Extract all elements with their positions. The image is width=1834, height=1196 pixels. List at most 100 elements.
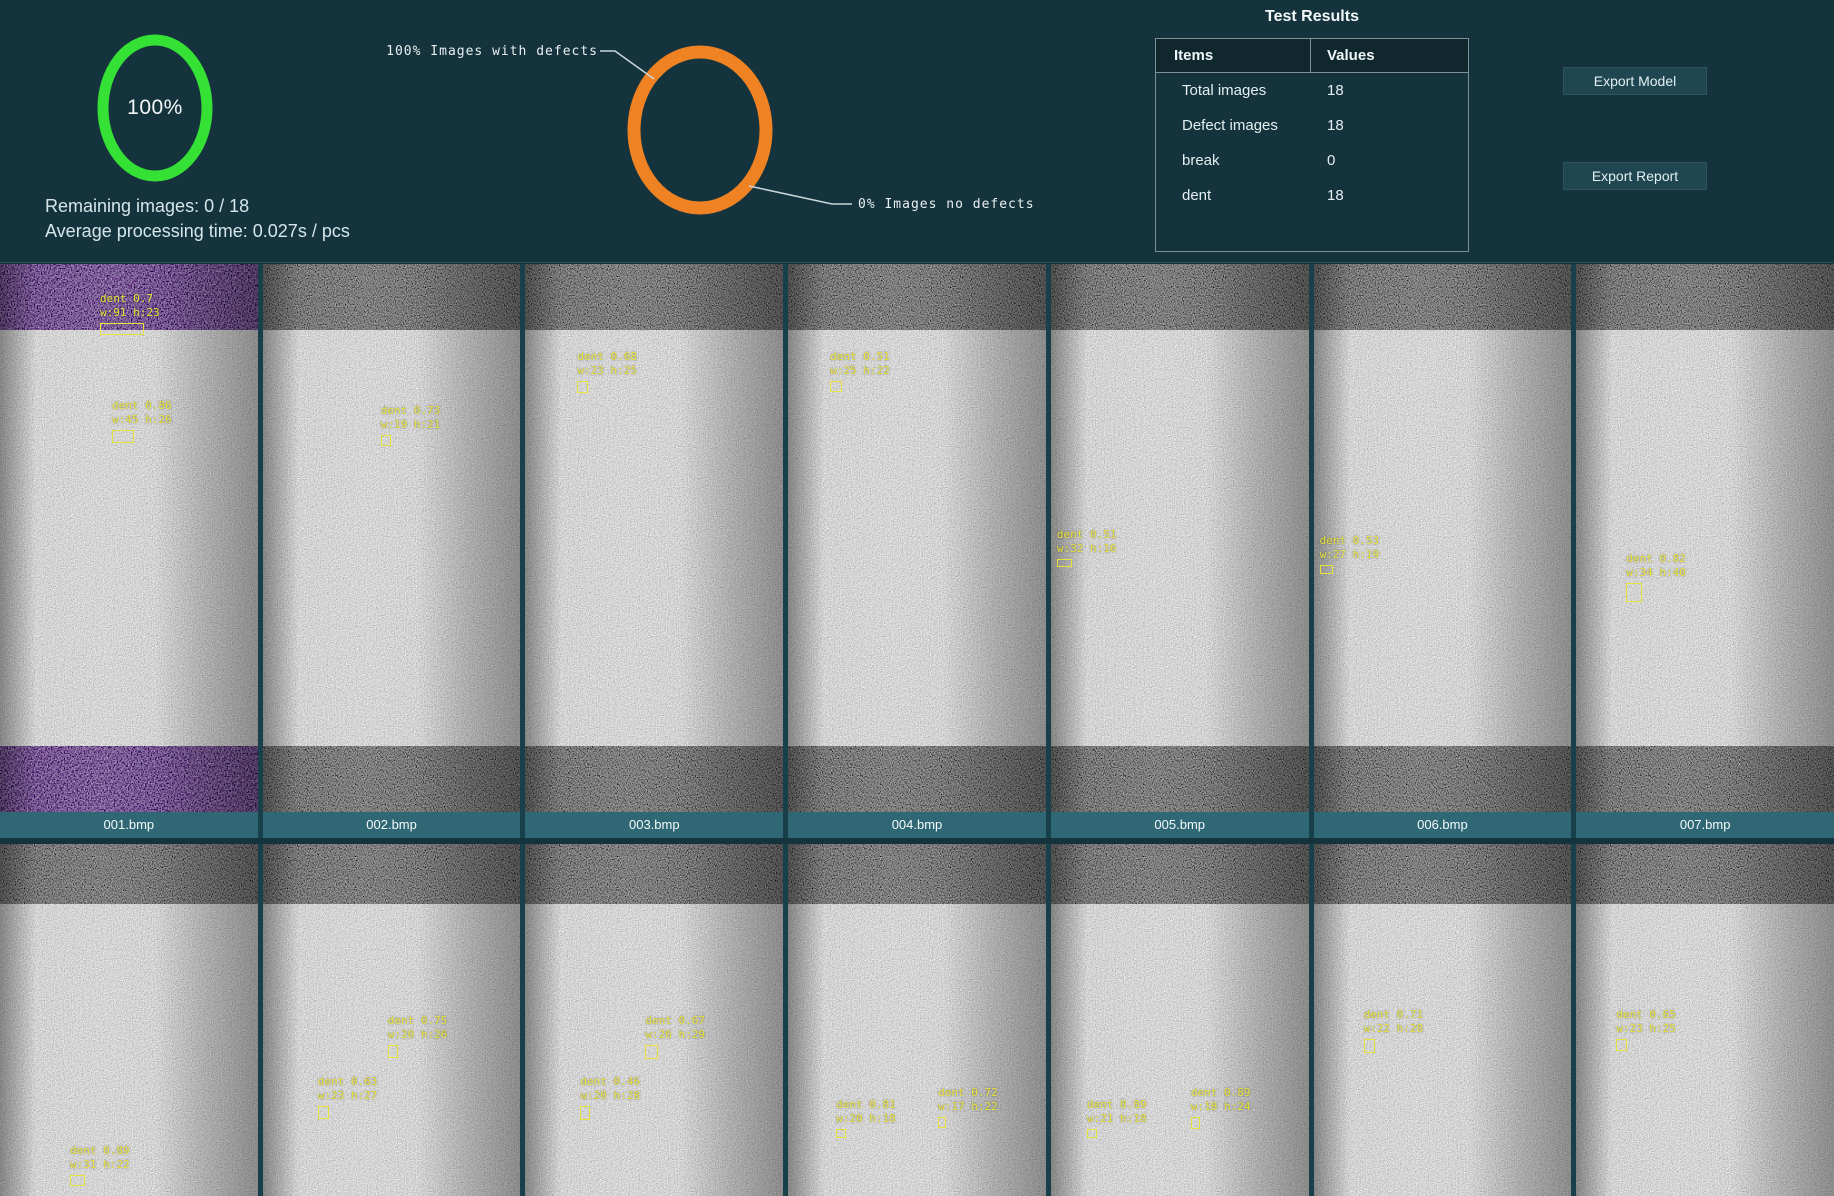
defect-bounding-box xyxy=(645,1045,658,1059)
image-vignette xyxy=(1051,844,1309,1196)
defect-label: dent 0.53 xyxy=(1320,534,1380,548)
image-tile[interactable]: dent 0.89w:21 h:18dent 0.89w:18 h:24 xyxy=(1051,844,1309,1196)
defect-bounding-box xyxy=(1364,1039,1375,1053)
defect-label: dent 0.89 xyxy=(1191,1086,1251,1100)
defect-bounding-box xyxy=(381,435,391,446)
progress-percent: 100% xyxy=(95,32,215,184)
image-tile[interactable]: dent 0.81w:20 h:18 dent 0.72w:17 h:22 xyxy=(788,844,1046,1196)
defect-annotation: dent 0.81w:20 h:18 xyxy=(836,1098,896,1138)
row-item-value: 0 xyxy=(1311,143,1468,178)
defect-size-label: w:20 h:18 xyxy=(836,1112,896,1126)
defect-label: dent 0.82 xyxy=(1626,552,1686,566)
image-tile[interactable]: dent 0.75w:20 h:26 dent 0.63w:23 h:27 xyxy=(263,844,521,1196)
defect-size-label: w:23 h:25 xyxy=(1616,1022,1676,1036)
image-tile[interactable]: dent 0.73w:19 h:21002.bmp xyxy=(263,264,521,838)
image-vignette xyxy=(788,844,1046,1196)
image-vignette xyxy=(525,264,783,812)
row-item-label: Total images xyxy=(1156,73,1311,108)
defect-size-label: w:19 h:21 xyxy=(381,418,441,432)
image-vignette xyxy=(788,264,1046,812)
defect-annotation: dent 0.65w:23 h:25 xyxy=(1616,1008,1676,1051)
image-tile[interactable]: dent 0.51w:25 h:22 004.bmp xyxy=(788,264,1046,838)
defect-size-label: w:17 h:22 xyxy=(938,1100,998,1114)
image-tile[interactable]: dent 0.7w:91 h:23dent 0.86w:45 h:26001.b… xyxy=(0,264,258,838)
tile-filename: 004.bmp xyxy=(788,812,1046,838)
defect-bounding-box xyxy=(1320,565,1333,574)
tile-filename: 005.bmp xyxy=(1051,812,1309,838)
export-report-button[interactable]: Export Report xyxy=(1563,162,1707,190)
defect-label: dent 0.86 xyxy=(112,399,172,413)
test-results-table: Items Values Total images 18 Defect imag… xyxy=(1155,38,1469,252)
defect-bounding-box xyxy=(318,1106,329,1119)
table-header-row: Items Values xyxy=(1156,39,1468,73)
image-vignette xyxy=(1576,264,1834,812)
header-panel: 100% 100% Images with defects 0% Images … xyxy=(0,0,1834,263)
image-vignette xyxy=(1314,844,1572,1196)
image-grid: dent 0.7w:91 h:23dent 0.86w:45 h:26001.b… xyxy=(0,264,1834,1196)
row-item-value: 18 xyxy=(1311,178,1468,213)
defect-size-label: w:26 h:29 xyxy=(645,1028,705,1042)
defect-size-label: w:31 h:22 xyxy=(70,1158,130,1172)
image-tile[interactable]: dent 0.65w:23 h:25 xyxy=(1576,844,1834,1196)
defect-bounding-box xyxy=(1087,1129,1097,1138)
defect-size-label: w:91 h:23 xyxy=(100,306,160,320)
defect-annotation: dent 0.89w:21 h:18 xyxy=(1087,1098,1147,1138)
defect-size-label: w:20 h:26 xyxy=(388,1028,448,1042)
processing-stats: Remaining images: 0 / 18 Average process… xyxy=(45,196,350,246)
defect-label: dent 0.7 xyxy=(100,292,160,306)
tile-filename: 006.bmp xyxy=(1314,812,1572,838)
defect-annotation: dent 0.73w:19 h:21 xyxy=(381,404,441,446)
defect-size-label: w:32 h:16 xyxy=(1057,542,1117,556)
export-model-button[interactable]: Export Model xyxy=(1563,67,1707,95)
remaining-images-text: Remaining images: 0 / 18 xyxy=(45,196,350,217)
defect-bounding-box xyxy=(1626,583,1642,602)
defect-label: dent 0.81 xyxy=(836,1098,896,1112)
defect-annotation: dent 0.68w:23 h:25 xyxy=(577,350,637,393)
avg-processing-time-text: Average processing time: 0.027s / pcs xyxy=(45,221,350,242)
defect-annotation: dent 0.46w:20 h:28 xyxy=(580,1075,640,1120)
row-item-label: Defect images xyxy=(1156,108,1311,143)
defect-size-label: w:23 h:25 xyxy=(577,364,637,378)
defect-label: dent 0.51 xyxy=(830,350,890,364)
image-vignette xyxy=(1576,844,1834,1196)
defect-annotation: dent 0.51w:32 h:16 xyxy=(1057,528,1117,567)
defect-annotation: dent 0.63w:23 h:27 xyxy=(318,1075,378,1119)
defect-size-label: w:23 h:27 xyxy=(318,1089,378,1103)
defect-annotation: dent 0.89w:31 h:22 xyxy=(70,1144,130,1186)
defect-label: dent 0.63 xyxy=(318,1075,378,1089)
defect-bounding-box xyxy=(580,1106,590,1120)
image-tile[interactable]: dent 0.71w:22 h:28 xyxy=(1314,844,1572,1196)
image-vignette xyxy=(0,264,258,812)
defect-size-label: w:22 h:28 xyxy=(1364,1022,1424,1036)
defect-bounding-box xyxy=(388,1045,398,1058)
defect-annotation: dent 0.82w:34 h:40 xyxy=(1626,552,1686,602)
image-tile[interactable]: dent 0.51w:32 h:16 005.bmp xyxy=(1051,264,1309,838)
defect-label: dent 0.71 xyxy=(1364,1008,1424,1022)
defect-label: dent 0.75 xyxy=(388,1014,448,1028)
defect-annotation: dent 0.51w:25 h:22 xyxy=(830,350,890,392)
defect-label: dent 0.89 xyxy=(70,1144,130,1158)
image-tile[interactable]: dent 0.82w:34 h:40007.bmp xyxy=(1576,264,1834,838)
table-row: Defect images 18 xyxy=(1156,108,1468,143)
defect-annotation: dent 0.86w:45 h:26 xyxy=(112,399,172,443)
defect-label: dent 0.51 xyxy=(1057,528,1117,542)
table-row: break 0 xyxy=(1156,143,1468,178)
row-item-label: break xyxy=(1156,143,1311,178)
donut-label-no-defects: 0% Images no defects xyxy=(858,197,1035,212)
row-item-value: 18 xyxy=(1311,73,1468,108)
defect-bounding-box xyxy=(70,1175,85,1186)
column-header-values: Values xyxy=(1311,39,1468,72)
defect-annotation: dent 0.72w:17 h:22 xyxy=(938,1086,998,1128)
table-row: Total images 18 xyxy=(1156,73,1468,108)
defect-annotation: dent 0.7w:91 h:23 xyxy=(100,292,160,335)
image-tile[interactable]: dent 0.89w:31 h:22 xyxy=(0,844,258,1196)
defect-label: dent 0.67 xyxy=(645,1014,705,1028)
row-item-label: dent xyxy=(1156,178,1311,213)
image-tile[interactable]: dent 0.68w:23 h:25003.bmp xyxy=(525,264,783,838)
image-vignette xyxy=(263,264,521,812)
defect-size-label: w:45 h:26 xyxy=(112,413,172,427)
defect-bounding-box xyxy=(100,323,144,335)
image-tile[interactable]: dent 0.53w:27 h:19006.bmp xyxy=(1314,264,1572,838)
image-tile[interactable]: dent 0.67w:26 h:29 dent 0.46w:20 h:28 xyxy=(525,844,783,1196)
defect-label: dent 0.73 xyxy=(381,404,441,418)
